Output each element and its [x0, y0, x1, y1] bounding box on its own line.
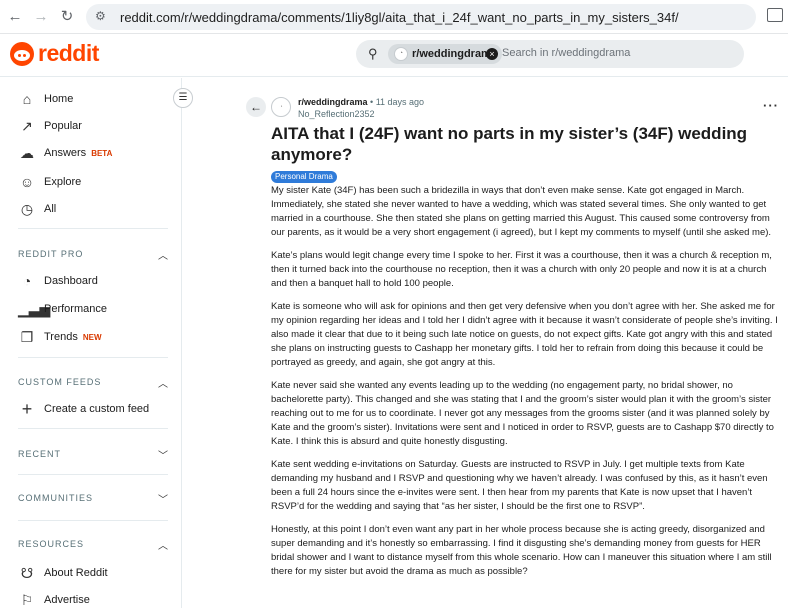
- sidebar-item-answers[interactable]: ☁ Answers BETA: [18, 144, 168, 164]
- site-settings-icon[interactable]: ⚙: [95, 9, 106, 23]
- divider: [18, 474, 168, 475]
- section-communities[interactable]: COMMUNITIES ﹀: [18, 492, 168, 506]
- sidebar-item-label: Create a custom feed: [44, 403, 150, 415]
- site-header: reddit ⚲ ◔ r/weddingdrama × Search in r/…: [0, 35, 788, 77]
- divider: [18, 357, 168, 358]
- sidebar-item-label: Home: [44, 93, 74, 105]
- reddit-logo-icon[interactable]: [10, 42, 34, 66]
- section-reddit-pro[interactable]: REDDIT PRO ︿: [18, 248, 168, 262]
- back-button[interactable]: ←: [246, 97, 266, 117]
- sidebar-collapse-button[interactable]: ☰: [173, 88, 193, 108]
- sidebar-item-trends[interactable]: ❐ Trends NEW: [18, 328, 168, 348]
- more-options-icon[interactable]: ···: [763, 98, 779, 113]
- post-paragraph: Kate’s plans would legit change every ti…: [271, 250, 772, 289]
- subreddit-link[interactable]: r/weddingdrama: [298, 97, 368, 107]
- logo-text[interactable]: reddit: [38, 40, 99, 67]
- plus-icon: +: [21, 399, 33, 419]
- subreddit-search-chip[interactable]: ◔ r/weddingdrama ×: [388, 44, 502, 64]
- advertise-icon: ⚐: [20, 592, 34, 608]
- all-icon: ◷: [20, 201, 34, 217]
- sidebar-item-label: About Reddit: [44, 567, 108, 579]
- chevron-down-icon: ﹀: [158, 451, 168, 462]
- divider: [18, 520, 168, 521]
- answers-icon: ☁: [20, 145, 34, 161]
- search-bar[interactable]: ⚲ ◔ r/weddingdrama × Search in r/wedding…: [356, 40, 744, 68]
- address-bar[interactable]: ⚙ reddit.com/r/weddingdrama/comments/1li…: [86, 4, 756, 30]
- sidebar-item-dashboard[interactable]: ◔ Dashboard: [18, 272, 168, 292]
- home-icon: ⌂: [22, 91, 32, 107]
- sidebar-item-label: Advertise: [44, 594, 90, 606]
- subreddit-avatar-icon: ◔: [394, 47, 408, 61]
- sidebar-item-popular[interactable]: ↗ Popular: [18, 117, 168, 137]
- section-recent[interactable]: RECENT ﹀: [18, 448, 168, 462]
- section-title: RESOURCES: [18, 539, 85, 549]
- section-title: REDDIT PRO: [18, 249, 84, 259]
- search-icon: ⚲: [368, 46, 378, 61]
- section-title: COMMUNITIES: [18, 493, 93, 503]
- chip-label: r/weddingdrama: [412, 48, 497, 60]
- post-author[interactable]: No_Reflection2352: [298, 109, 375, 119]
- post-paragraph: Honestly, at this point I don’t even wan…: [271, 524, 772, 577]
- section-title: RECENT: [18, 449, 62, 459]
- beta-badge: BETA: [91, 149, 113, 158]
- sidebar-item-explore[interactable]: ☺ Explore: [18, 173, 168, 193]
- sidebar-item-label: Dashboard: [44, 275, 98, 287]
- divider: [18, 428, 168, 429]
- post-body: My sister Kate (34F) has been such a bri…: [271, 184, 781, 588]
- popular-icon: ↗: [21, 118, 33, 134]
- install-app-icon[interactable]: [767, 8, 783, 22]
- sidebar-item-label: Trends NEW: [44, 331, 102, 343]
- trends-icon: ❐: [20, 329, 34, 345]
- post-paragraph: Kate never said she wanted any events le…: [271, 380, 774, 447]
- sidebar-item-home[interactable]: ⌂ Home: [18, 90, 168, 110]
- explore-icon: ☺: [19, 174, 35, 190]
- left-sidebar: ⌂ Home ↗ Popular ☁ Answers BETA ☺ Explore…: [0, 78, 182, 608]
- sidebar-item-all[interactable]: ◷ All: [18, 200, 168, 220]
- sidebar-item-label: All: [44, 203, 57, 215]
- post-time: 11 days ago: [375, 97, 425, 107]
- reload-icon[interactable]: ↻: [58, 8, 76, 26]
- post-paragraph: Kate is someone who will ask for opinion…: [271, 301, 778, 368]
- browser-toolbar: ← → ↻ ⚙ reddit.com/r/weddingdrama/commen…: [0, 0, 788, 34]
- sidebar-item-label: Performance: [44, 303, 107, 315]
- about-icon: ☋: [20, 565, 34, 581]
- chevron-up-icon: ︿: [158, 541, 168, 552]
- sidebar-item-create-custom-feed[interactable]: + Create a custom feed: [18, 400, 168, 420]
- sidebar-item-about-reddit[interactable]: ☋ About Reddit: [18, 564, 168, 584]
- divider: [18, 228, 168, 229]
- clear-chip-icon[interactable]: ×: [486, 48, 498, 60]
- sidebar-item-advertise[interactable]: ⚐ Advertise: [18, 591, 168, 608]
- chevron-up-icon: ︿: [158, 251, 168, 262]
- chevron-down-icon: ﹀: [158, 495, 168, 506]
- url-text: reddit.com/r/weddingdrama/comments/1liy8…: [120, 10, 679, 25]
- forward-arrow-icon[interactable]: →: [32, 8, 50, 26]
- post-paragraph: Kate sent wedding e-invitations on Satur…: [271, 459, 768, 512]
- sidebar-item-label: Popular: [44, 120, 82, 132]
- section-custom-feeds[interactable]: CUSTOM FEEDS ︿: [18, 376, 168, 390]
- back-arrow-icon[interactable]: ←: [6, 8, 24, 26]
- subreddit-avatar-icon[interactable]: ◔: [271, 97, 291, 117]
- chevron-up-icon: ︿: [158, 379, 168, 390]
- sidebar-item-label: Answers BETA: [44, 147, 113, 159]
- dashboard-icon: ◔: [22, 273, 32, 289]
- performance-icon: ▁▃▅: [18, 301, 51, 317]
- search-input[interactable]: Search in r/weddingdrama: [502, 47, 630, 59]
- post-flair[interactable]: Personal Drama: [271, 171, 337, 183]
- post-paragraph: My sister Kate (34F) has been such a bri…: [271, 185, 772, 238]
- new-badge: NEW: [82, 333, 102, 342]
- sidebar-item-label: Explore: [44, 176, 82, 188]
- section-resources[interactable]: RESOURCES ︿: [18, 538, 168, 552]
- post-meta: r/weddingdrama • 11 days ago: [298, 97, 425, 107]
- sidebar-item-performance[interactable]: ▁▃▅ Performance: [18, 300, 168, 320]
- post-title: AITA that I (24F) want no parts in my si…: [271, 124, 748, 164]
- section-title: CUSTOM FEEDS: [18, 377, 102, 387]
